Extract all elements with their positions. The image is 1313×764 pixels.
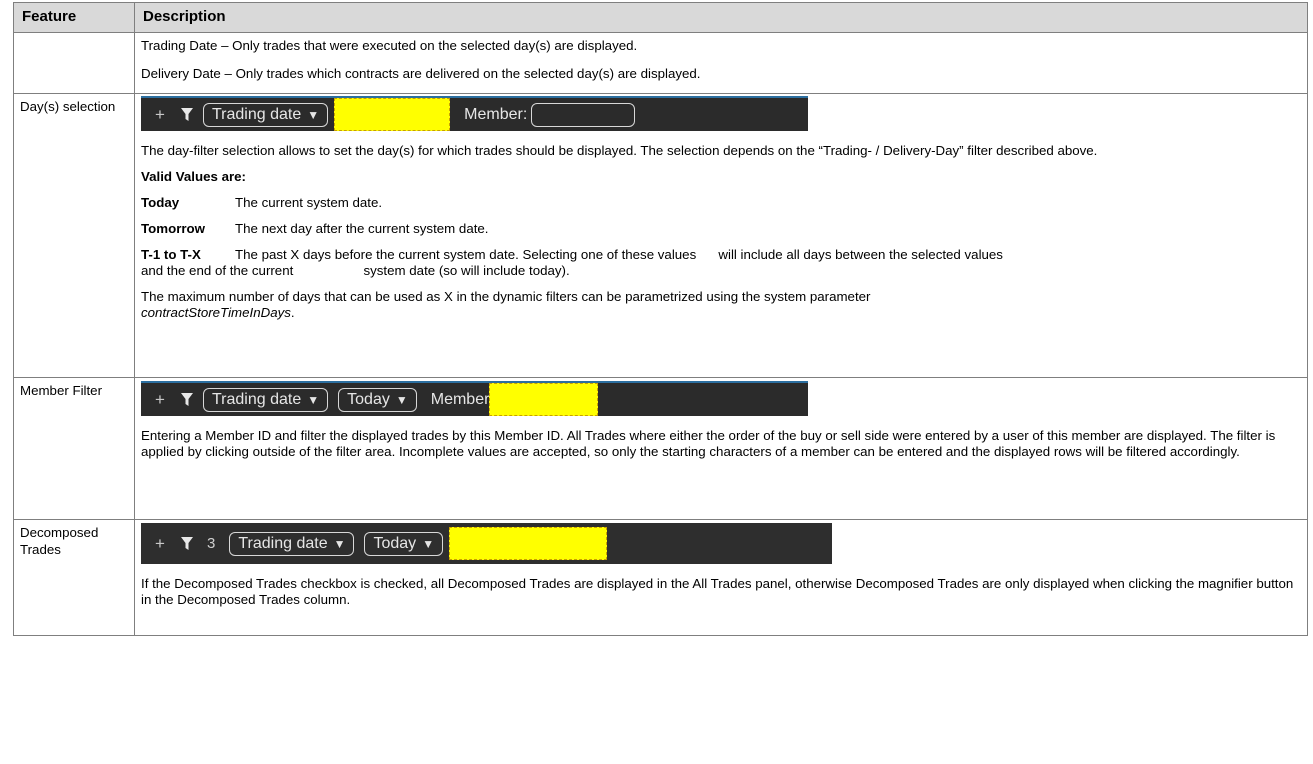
filter-count-badge: 3	[207, 535, 216, 552]
member-label: Member	[430, 390, 490, 408]
feature-cell: Day(s) selection	[13, 93, 135, 378]
description-cell: Trading Date – Only trades that were exe…	[134, 32, 1308, 94]
highlighted-decomposed-checkbox[interactable]	[449, 527, 608, 560]
feature-cell-empty	[13, 32, 135, 94]
description-cell: + Trading date ▼ Today ▼ Member Entering…	[134, 377, 1308, 520]
trading-date-dropdown[interactable]: Trading date ▼	[229, 531, 355, 556]
trading-date-dropdown[interactable]: Trading date ▼	[203, 102, 329, 127]
highlighted-day-selector[interactable]	[334, 98, 451, 131]
header-description: Description	[134, 2, 1308, 33]
table-row: Trading Date – Only trades that were exe…	[13, 32, 1308, 94]
filter-icon[interactable]	[181, 107, 193, 122]
table-row: Day(s) selection + Trading date ▼ Member…	[13, 93, 1308, 378]
value-tomorrow: Tomorrow The next day after the current …	[141, 211, 1299, 237]
trading-date-dropdown[interactable]: Trading date ▼	[203, 387, 329, 412]
trading-date-text: Trading Date – Only trades that were exe…	[141, 38, 638, 53]
today-label: Today	[347, 390, 390, 408]
toolbar-screenshot: + Trading date ▼ Today ▼ Member	[141, 381, 808, 416]
caret-down-icon: ▼	[395, 392, 408, 407]
value-definition: The next day after the current system da…	[235, 221, 489, 236]
toolbar-screenshot: + 3 Trading date ▼ Today ▼	[141, 523, 832, 564]
trading-date-label: Trading date	[238, 534, 328, 552]
max-days-text: The maximum number of days that can be u…	[141, 279, 1299, 321]
today-dropdown[interactable]: Today ▼	[338, 387, 417, 412]
trading-date-label: Trading date	[212, 105, 302, 123]
add-icon[interactable]: +	[153, 534, 167, 554]
feature-cell: Member Filter	[13, 377, 135, 520]
table-row: Member Filter + Trading date ▼ Today ▼ M…	[13, 377, 1308, 520]
day-selection-intro: The day-filter selection allows to set t…	[141, 143, 1098, 158]
value-definition-line1: The past X days before the current syste…	[235, 247, 1003, 262]
member-input[interactable]	[531, 102, 636, 127]
table-row: Decomposed Trades + 3 Trading date ▼ Tod…	[13, 519, 1308, 636]
add-icon[interactable]: +	[153, 390, 167, 410]
decomposed-trades-text: If the Decomposed Trades checkbox is che…	[141, 576, 1294, 607]
description-cell: + 3 Trading date ▼ Today ▼ If the Decomp…	[134, 519, 1308, 636]
value-definition: The current system date.	[235, 195, 383, 210]
delivery-date-text: Delivery Date – Only trades which contra…	[141, 66, 701, 81]
filter-icon[interactable]	[181, 536, 193, 551]
value-today: Today The current system date.	[141, 185, 1299, 211]
add-icon[interactable]: +	[153, 105, 167, 125]
caret-down-icon: ▼	[307, 392, 320, 407]
today-label: Today	[373, 534, 417, 552]
value-term: Today	[141, 195, 180, 210]
header-feature: Feature	[13, 2, 135, 33]
valid-values-heading: Valid Values are:	[141, 169, 246, 184]
table-header-row: Feature Description	[13, 2, 1308, 33]
member-label: Member:	[464, 105, 528, 123]
description-cell: + Trading date ▼ Member: The day-filter …	[134, 93, 1308, 378]
value-t1-tx: T-1 to T-X The past X days before the cu…	[141, 237, 1299, 279]
caret-down-icon: ▼	[422, 536, 435, 551]
value-definition-line2: and the end of the current system date (…	[141, 263, 570, 278]
max-days-line1: The maximum number of days that can be u…	[141, 289, 871, 304]
caret-down-icon: ▼	[333, 536, 346, 551]
system-parameter-name: contractStoreTimeInDays	[141, 305, 291, 320]
member-filter-text: Entering a Member ID and filter the disp…	[141, 428, 1276, 459]
today-dropdown[interactable]: Today ▼	[364, 531, 444, 556]
trading-date-label: Trading date	[212, 390, 302, 408]
filter-icon[interactable]	[181, 392, 193, 407]
max-days-end: .	[290, 305, 295, 320]
toolbar-screenshot: + Trading date ▼ Member:	[141, 96, 808, 131]
caret-down-icon: ▼	[307, 107, 320, 122]
value-term: Tomorrow	[141, 221, 206, 236]
value-term: T-1 to T-X	[141, 247, 201, 262]
highlighted-member-input[interactable]	[489, 383, 599, 416]
feature-cell: Decomposed Trades	[13, 519, 135, 636]
feature-table: Feature Description Trading Date – Only …	[13, 2, 1308, 636]
